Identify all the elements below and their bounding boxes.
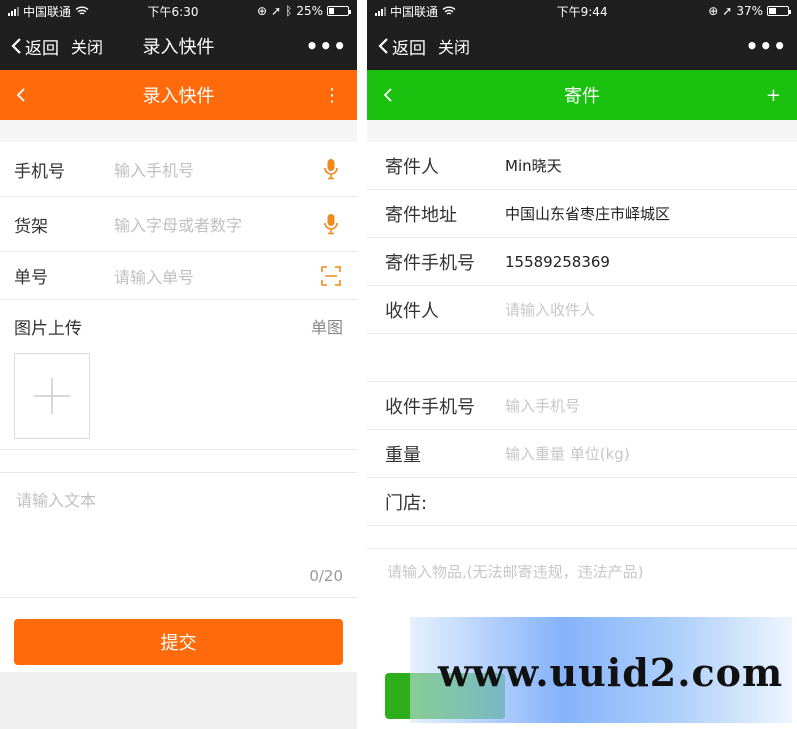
back-button[interactable]: 返回 (10, 34, 59, 59)
item-note-placeholder: 请输入物品,(无法邮寄违规，违法产品) (387, 563, 644, 581)
close-button[interactable]: 关闭 (71, 34, 103, 58)
receiver-phone-label: 收件手机号 (385, 396, 475, 418)
add-image-button[interactable] (14, 353, 90, 439)
header-title: 寄件 (564, 86, 600, 107)
status-bar: 中国联通 下午6:30 ⊕ ➚ ᛒ 25% (0, 0, 357, 22)
tracking-label: 单号 (14, 268, 48, 288)
lock-rotation-icon: ⊕ (708, 4, 719, 18)
upload-label: 图片上传 (14, 319, 82, 339)
receiver-input[interactable]: 请输入收件人 (505, 299, 595, 320)
scan-icon[interactable] (319, 265, 343, 286)
address-label: 寄件地址 (385, 204, 457, 226)
status-time: 下午9:44 (556, 4, 608, 19)
blank-row (367, 334, 797, 382)
weight-label: 重量 (385, 444, 421, 466)
carrier-group: 中国联通 (375, 3, 456, 20)
sender-phone-label: 寄件手机号 (385, 252, 475, 274)
store-label: 门店: (385, 492, 428, 514)
left-screen: 中国联通 下午6:30 ⊕ ➚ ᛒ 25% 返回 关闭 录入快件 ••• 录入快… (0, 0, 357, 729)
signal-icon (375, 6, 386, 16)
section-gap (367, 120, 797, 142)
battery-icon (327, 6, 351, 16)
receiver-row: 收件人 请输入收件人 (367, 286, 797, 334)
tracking-field-row: 单号 请输入单号 (0, 252, 357, 300)
battery-percent: 25% (296, 4, 323, 18)
image-upload-section: 图片上传 单图 (0, 300, 357, 450)
more-button[interactable]: ••• (746, 34, 787, 58)
tracking-input[interactable]: 请输入单号 (114, 264, 319, 288)
close-button[interactable]: 关闭 (438, 34, 470, 58)
bluetooth-icon: ᛒ (285, 4, 293, 18)
receiver-phone-row: 收件手机号 输入手机号 (367, 382, 797, 430)
status-right: ⊕ ➚ 37% (708, 4, 791, 18)
chevron-left-icon (378, 38, 388, 54)
lock-rotation-icon: ⊕ (257, 4, 268, 18)
carrier-name: 中国联通 (390, 4, 439, 19)
char-counter: 0/20 (309, 567, 343, 585)
status-bar: 中国联通 下午9:44 ⊕ ➚ 37% (367, 0, 797, 22)
receiver-label: 收件人 (385, 300, 439, 322)
phone-input[interactable]: 输入手机号 (114, 157, 319, 181)
microphone-icon[interactable] (319, 158, 343, 180)
shelf-field-row: 货架 输入字母或者数字 (0, 197, 357, 252)
back-button[interactable]: 返回 (377, 34, 426, 59)
text-placeholder: 请输入文本 (16, 491, 97, 510)
phone-field-row: 手机号 输入手机号 (0, 142, 357, 197)
status-right: ⊕ ➚ ᛒ 25% (257, 4, 351, 18)
sender-phone-row: 寄件手机号 15589258369 (367, 238, 797, 286)
wechat-nav-bar: 返回 关闭 录入快件 ••• (0, 22, 357, 70)
shelf-input[interactable]: 输入字母或者数字 (114, 212, 319, 236)
app-header: 寄件 + (367, 70, 797, 120)
chevron-left-icon[interactable] (383, 87, 393, 103)
text-input[interactable]: 请输入文本 0/20 (0, 472, 357, 598)
wifi-icon (75, 6, 89, 15)
weight-row: 重量 输入重量 单位(kg) (367, 430, 797, 478)
bottom-area (0, 672, 357, 729)
watermark-text: www.uuid2.com (438, 650, 784, 695)
sender-label: 寄件人 (385, 156, 439, 178)
submit-button[interactable]: 提交 (14, 619, 343, 665)
battery-icon (766, 6, 791, 16)
upload-mode: 单图 (310, 318, 343, 337)
sender-row: 寄件人 Min晓天 (367, 142, 797, 190)
chevron-left-icon (11, 38, 21, 54)
battery-percent: 37% (736, 4, 763, 18)
phone-label: 手机号 (14, 161, 65, 182)
app-header: 录入快件 ⋮ (0, 70, 357, 120)
microphone-icon[interactable] (319, 213, 343, 235)
carrier-name: 中国联通 (23, 4, 72, 19)
sender-input[interactable]: Min晓天 (505, 155, 562, 176)
wechat-nav-bar: 返回 关闭 ••• (367, 22, 797, 70)
status-time: 下午6:30 (147, 4, 199, 19)
back-label: 返回 (25, 38, 59, 59)
sender-phone-input[interactable]: 15589258369 (505, 253, 610, 271)
location-icon: ➚ (271, 4, 282, 18)
add-icon[interactable]: + (766, 85, 781, 106)
carrier-group: 中国联通 (8, 3, 89, 20)
chevron-left-icon[interactable] (16, 87, 26, 103)
plus-icon (34, 378, 70, 414)
shelf-label: 货架 (14, 216, 48, 237)
address-row: 寄件地址 中国山东省枣庄市峄城区 (367, 190, 797, 238)
menu-icon[interactable]: ⋮ (323, 85, 341, 106)
receiver-phone-input[interactable]: 输入手机号 (505, 395, 580, 416)
weight-input[interactable]: 输入重量 单位(kg) (505, 443, 630, 464)
signal-icon (8, 6, 19, 16)
header-title: 录入快件 (142, 86, 215, 107)
section-gap (0, 120, 357, 142)
location-icon: ➚ (722, 4, 733, 18)
back-label: 返回 (392, 38, 426, 59)
store-row[interactable]: 门店: (367, 478, 797, 526)
more-button[interactable]: ••• (306, 34, 347, 58)
upload-header: 图片上传 单图 (14, 314, 343, 339)
address-input[interactable]: 中国山东省枣庄市峄城区 (505, 203, 670, 224)
wifi-icon (442, 6, 456, 15)
